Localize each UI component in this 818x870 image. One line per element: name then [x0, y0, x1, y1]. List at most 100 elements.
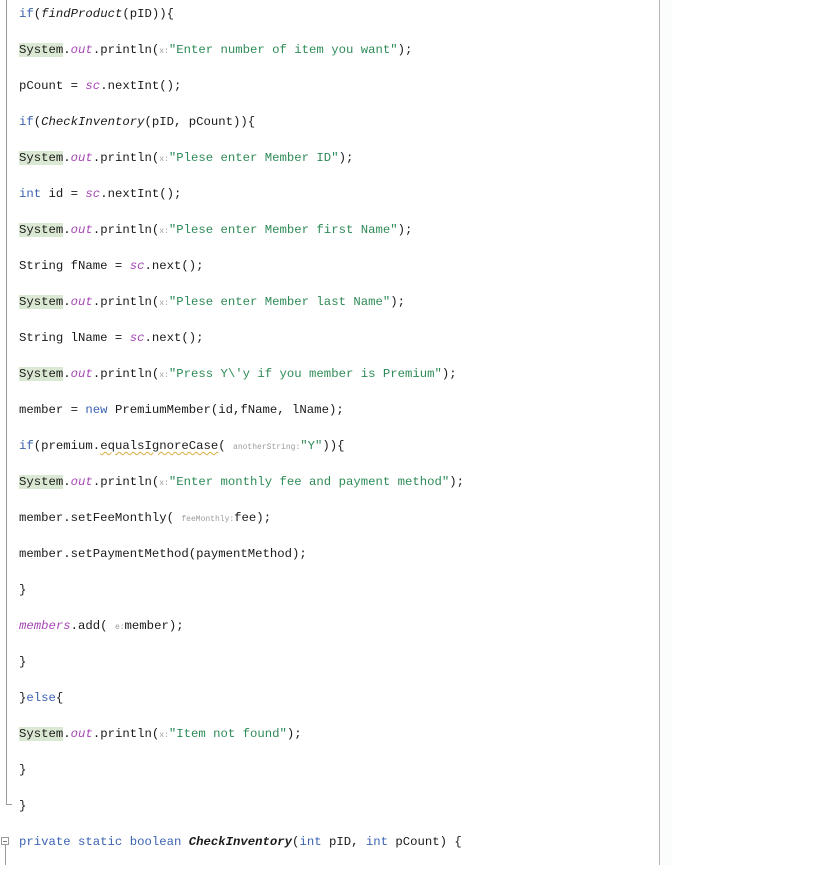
code-line[interactable]: String fName = sc.next();	[19, 258, 464, 294]
code-text: }	[19, 583, 27, 597]
code-line[interactable]: if(findProduct(pID)){	[19, 6, 464, 42]
code-text: );	[338, 151, 354, 165]
code-text: );	[441, 367, 457, 381]
string-literal: "Y"	[300, 439, 323, 453]
code-line[interactable]: System.out.println(x:"Enter monthly fee …	[19, 474, 464, 510]
string-literal: "Plese enter Member first Name"	[168, 223, 398, 237]
param-hint: e:	[114, 623, 125, 632]
method-call: .println(	[92, 727, 160, 741]
code-text: )){	[322, 439, 345, 453]
code-text: );	[397, 223, 413, 237]
code-line[interactable]: System.out.println(x:"Plese enter Member…	[19, 222, 464, 258]
param-hint: x:	[159, 479, 169, 488]
method-call: .println(	[92, 295, 160, 309]
code-line[interactable]: }	[19, 762, 464, 798]
static-field: out	[70, 151, 93, 165]
code-line[interactable]: member = new PremiumMember(id,fName, lNa…	[19, 402, 464, 438]
code-line[interactable]: pCount = sc.nextInt();	[19, 78, 464, 114]
code-text: String lName =	[19, 331, 130, 345]
code-lines: if(findProduct(pID)){ System.out.println…	[19, 6, 464, 870]
code-text: .next();	[144, 331, 204, 345]
static-field: sc	[85, 79, 101, 93]
class-name: System	[19, 727, 64, 741]
code-line[interactable]: System.out.println(x:"Enter number of it…	[19, 42, 464, 78]
code-line[interactable]: System.out.println(x:"Plese enter Member…	[19, 150, 464, 186]
code-line[interactable]: }else{	[19, 690, 464, 726]
code-line[interactable]: }	[19, 654, 464, 690]
static-field: sc	[85, 187, 101, 201]
class-name: System	[19, 151, 64, 165]
static-field: out	[70, 367, 93, 381]
static-field: sc	[129, 259, 145, 273]
code-text: );	[397, 43, 413, 57]
keyword: if	[19, 115, 34, 129]
code-line[interactable]: }	[19, 798, 464, 834]
param-hint: x:	[159, 47, 169, 56]
static-field: sc	[129, 331, 145, 345]
code-text: );	[449, 475, 465, 489]
code-text: (pID)){	[122, 7, 174, 21]
static-field: out	[70, 295, 93, 309]
code-text: .add(	[70, 619, 115, 633]
code-line[interactable]: String lName = sc.next();	[19, 330, 464, 366]
string-literal: "Plese enter Member ID"	[168, 151, 339, 165]
param-hint: anotherString:	[233, 443, 301, 452]
editor-right-area	[660, 0, 672, 865]
code-line[interactable]: int id = sc.nextInt();	[19, 186, 464, 222]
string-literal: "Press Y\'y if you member is Premium"	[168, 367, 442, 381]
class-name: System	[19, 295, 64, 309]
string-literal: "Plese enter Member last Name"	[168, 295, 391, 309]
code-text: (premium.	[33, 439, 101, 453]
fold-guide-line-next	[5, 845, 6, 865]
warning-method-call[interactable]: equalsIgnoreCase	[100, 439, 218, 453]
keyword: int	[19, 187, 42, 201]
keyword: if	[19, 439, 34, 453]
static-field: out	[70, 475, 93, 489]
code-line[interactable]: member.setPaymentMethod(paymentMethod);	[19, 546, 464, 582]
method-call: .println(	[92, 151, 160, 165]
code-line[interactable]: if(CheckInventory(pID, pCount)){	[19, 114, 464, 150]
code-line[interactable]: System.out.println(x:"Plese enter Member…	[19, 294, 464, 330]
string-literal: "Item not found"	[168, 727, 287, 741]
method-call: .println(	[92, 223, 160, 237]
code-text: String fName =	[19, 259, 130, 273]
param-hint: x:	[159, 371, 169, 380]
static-field: out	[70, 727, 93, 741]
fold-guide-line	[6, 0, 7, 805]
fold-guide-end	[6, 804, 12, 805]
code-text: );	[286, 727, 302, 741]
keyword: else	[26, 691, 56, 705]
code-text: member.setPaymentMethod(paymentMethod);	[19, 547, 307, 561]
code-line[interactable]: }	[19, 582, 464, 618]
code-text: }	[19, 763, 27, 777]
keyword: if	[19, 7, 34, 21]
param-hint: x:	[159, 227, 169, 236]
code-text: pCount) {	[388, 835, 462, 849]
code-text: );	[390, 295, 405, 309]
code-editor[interactable]: if(findProduct(pID)){ System.out.println…	[0, 0, 818, 865]
code-text: (	[218, 439, 234, 453]
code-text: fee);	[234, 511, 272, 525]
code-line[interactable]: member.setFeeMonthly( feeMonthly:fee);	[19, 510, 464, 546]
code-line[interactable]: System.out.println(x:"Item not found");	[19, 726, 464, 762]
static-field: out	[70, 223, 93, 237]
param-hint: feeMonthly:	[181, 515, 235, 524]
string-literal: "Enter number of item you want"	[168, 43, 398, 57]
code-text: member.setFeeMonthly(	[19, 511, 182, 525]
keyword: int	[365, 835, 388, 849]
fold-collapse-icon[interactable]	[1, 837, 9, 845]
code-text: }	[19, 655, 27, 669]
code-text: .nextInt();	[100, 79, 182, 93]
code-text: member =	[19, 403, 86, 417]
code-text: {	[55, 691, 64, 705]
code-text: PremiumMember(id,fName, lName);	[107, 403, 344, 417]
method-call: .println(	[92, 475, 160, 489]
code-line[interactable]: System.out.println(x:"Press Y\'y if you …	[19, 366, 464, 402]
code-text: pCount =	[19, 79, 86, 93]
method-declaration-name: CheckInventory	[188, 835, 293, 849]
code-line[interactable]: if(premium.equalsIgnoreCase( anotherStri…	[19, 438, 464, 474]
code-line[interactable]: members.add( e:member);	[19, 618, 464, 654]
string-literal: "Enter monthly fee and payment method"	[168, 475, 450, 489]
code-text: (pID, pCount)){	[144, 115, 256, 129]
class-name: System	[19, 43, 64, 57]
